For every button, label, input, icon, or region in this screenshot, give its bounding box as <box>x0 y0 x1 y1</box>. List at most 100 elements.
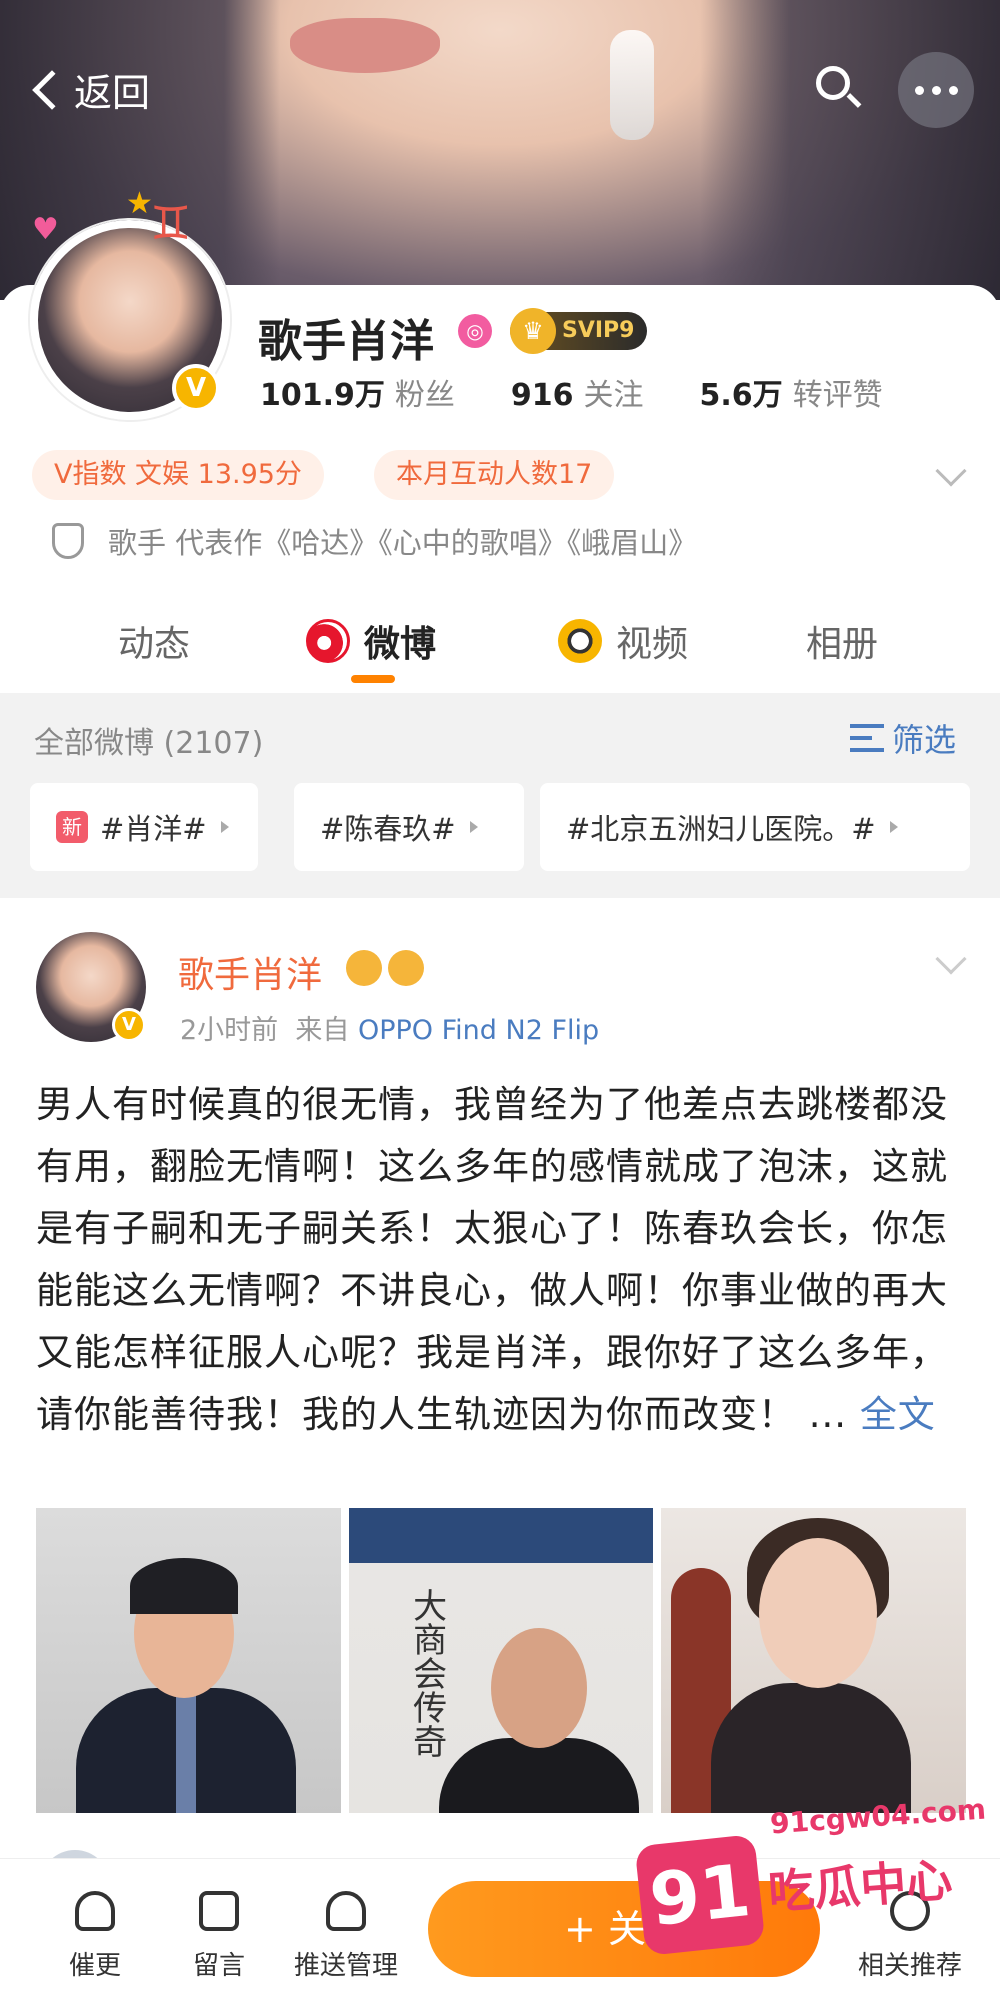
more-dot-icon <box>931 85 941 95</box>
watermark-logo: 91 <box>634 1834 766 1956</box>
heart-icon: ♥ <box>32 212 59 247</box>
triangle-right-icon <box>889 821 898 833</box>
tab-weibo[interactable]: 微博 <box>306 615 436 667</box>
photo-figure <box>711 1683 912 1813</box>
weibo-post: V 歌手肖洋 2小时前 来自 OPPO Find N2 Flip 男人有时候真的… <box>0 898 1000 1848</box>
profile-stats: 101.9万 粉丝 916 关注 5.6万 转评赞 <box>260 370 883 414</box>
bell-icon <box>75 1891 115 1931</box>
stat-followers[interactable]: 101.9万 粉丝 <box>260 370 455 414</box>
photo-figure <box>438 1738 639 1813</box>
back-label: 返回 <box>74 71 151 115</box>
monthly-interaction-pill[interactable]: 本月互动人数17 <box>374 450 615 500</box>
post-avatar[interactable]: V <box>36 932 146 1042</box>
book-title: 大商会传奇 <box>406 1588 447 1758</box>
intro-text: 歌手 代表作《哈达》《心中的歌唱》《峨眉山》 <box>108 526 698 560</box>
search-icon <box>816 66 850 100</box>
more-dot-icon <box>948 85 958 95</box>
stat-label: 转评赞 <box>792 378 883 413</box>
nav-remind[interactable]: 催更 <box>40 1891 150 1982</box>
chevron-left-icon <box>32 69 72 110</box>
tab-dynamic[interactable]: 动态 <box>118 615 190 667</box>
read-more-link[interactable]: 全文 <box>860 1393 936 1436</box>
photo-figure <box>490 1628 587 1748</box>
pufferfish-icon <box>388 950 424 986</box>
watermark-url: 91cgw04.com <box>769 1792 987 1841</box>
post-time: 2小时前 <box>180 1015 279 1046</box>
stat-following[interactable]: 916 关注 <box>511 370 644 414</box>
verified-icon: V <box>172 364 220 412</box>
chip-label: #肖洋# <box>100 812 207 846</box>
post-source[interactable]: OPPO Find N2 Flip <box>358 1015 599 1046</box>
nav-label: 留言 <box>192 1951 245 1981</box>
post-author[interactable]: 歌手肖洋 <box>178 946 322 998</box>
crown-icon <box>346 950 382 986</box>
filter-icon <box>850 724 884 752</box>
comment-icon <box>199 1891 239 1931</box>
profile-tabs: 动态 微博 视频 相册 <box>0 605 1000 695</box>
filter-button[interactable]: 筛选 <box>850 715 956 761</box>
post-text: 男人有时候真的很无情，我曾经为了他差点去跳楼都没有用，翻脸无情啊！这么多年的感情… <box>36 1074 971 1446</box>
new-badge: 新 <box>56 811 88 843</box>
more-dot-icon <box>914 85 924 95</box>
profile-intro: 歌手 代表作《哈达》《心中的歌唱》《峨眉山》 <box>52 520 697 562</box>
search-button[interactable] <box>812 62 862 112</box>
post-photos: 大商会传奇 <box>36 1508 967 1813</box>
topic-chip[interactable]: #陈春玖# <box>294 783 524 871</box>
tab-album[interactable]: 相册 <box>806 615 878 667</box>
banner-hair-right <box>700 0 1000 300</box>
triangle-right-icon <box>220 821 229 833</box>
tab-label: 相册 <box>806 624 879 665</box>
nav-label: 催更 <box>68 1951 121 1981</box>
post-photo[interactable]: 大商会传奇 <box>348 1508 654 1813</box>
tab-indicator <box>351 675 395 683</box>
verified-icon: V <box>112 1008 146 1042</box>
topic-chip[interactable]: #北京五洲妇儿医院。# <box>540 783 970 871</box>
topic-chip[interactable]: 新 #肖洋# <box>30 783 258 871</box>
post-meta: 2小时前 来自 OPPO Find N2 Flip <box>180 1008 599 1047</box>
bell-plus-icon <box>326 1891 366 1931</box>
name-badge-icon[interactable]: ◎ <box>458 314 492 348</box>
post-body: 男人有时候真的很无情，我曾经为了他差点去跳楼都没有用，翻脸无情啊！这么多年的感情… <box>36 1083 948 1436</box>
stat-value: 916 <box>510 378 574 413</box>
stat-interactions[interactable]: 5.6万 转评赞 <box>700 370 883 414</box>
photo-figure <box>176 1693 196 1813</box>
post-author-badges <box>346 950 424 986</box>
more-button[interactable] <box>898 52 974 128</box>
post-photo[interactable] <box>661 1508 967 1813</box>
tab-video[interactable]: 视频 <box>558 615 688 667</box>
photo-figure <box>130 1558 238 1614</box>
svip-badge[interactable]: ♛ SVIP9 <box>510 308 647 354</box>
profile-avatar-container[interactable]: V ♥ ★ ♊ <box>30 186 230 420</box>
crown-icon: ♛ <box>510 308 556 354</box>
svip-label: SVIP9 <box>562 318 635 343</box>
photo-figure <box>759 1538 878 1688</box>
star-icon: ★ <box>126 186 153 221</box>
tab-label: 动态 <box>118 624 191 665</box>
stat-value: 101.9万 <box>260 378 385 413</box>
stat-value: 5.6万 <box>699 378 783 413</box>
video-icon <box>558 619 602 663</box>
nav-message[interactable]: 留言 <box>164 1891 274 1982</box>
post-photo[interactable] <box>36 1508 341 1813</box>
watermark: 91 91cgw04.com 吃瓜中心 <box>634 1793 987 1980</box>
all-weibo-count: 全部微博 (2107) <box>34 726 264 761</box>
shield-icon <box>52 523 84 559</box>
stat-label: 粉丝 <box>394 378 455 413</box>
nav-label: 推送管理 <box>293 1951 398 1981</box>
filter-area: 全部微博 (2107) 筛选 新 #肖洋# #陈春玖# #北京五洲妇儿医院。# <box>0 693 1000 898</box>
chevron-down-icon[interactable] <box>935 943 967 975</box>
tab-label: 视频 <box>616 624 689 665</box>
profile-name: 歌手肖洋 <box>258 316 434 367</box>
v-index-pill[interactable]: V指数 文娱 13.95分 <box>32 450 324 500</box>
chip-label: #陈春玖# <box>320 812 456 846</box>
gemini-icon: ♊ <box>150 196 192 250</box>
weibo-icon <box>306 619 350 663</box>
back-button[interactable]: 返回 <box>28 62 150 117</box>
triangle-right-icon <box>469 821 478 833</box>
nav-push-settings[interactable]: 推送管理 <box>286 1891 406 1982</box>
post-source-prefix: 来自 <box>295 1015 350 1046</box>
stat-label: 关注 <box>583 378 644 413</box>
search-icon-handle <box>846 93 862 108</box>
tab-label: 微博 <box>364 624 437 665</box>
watermark-text: 吃瓜中心 <box>766 1852 954 1920</box>
